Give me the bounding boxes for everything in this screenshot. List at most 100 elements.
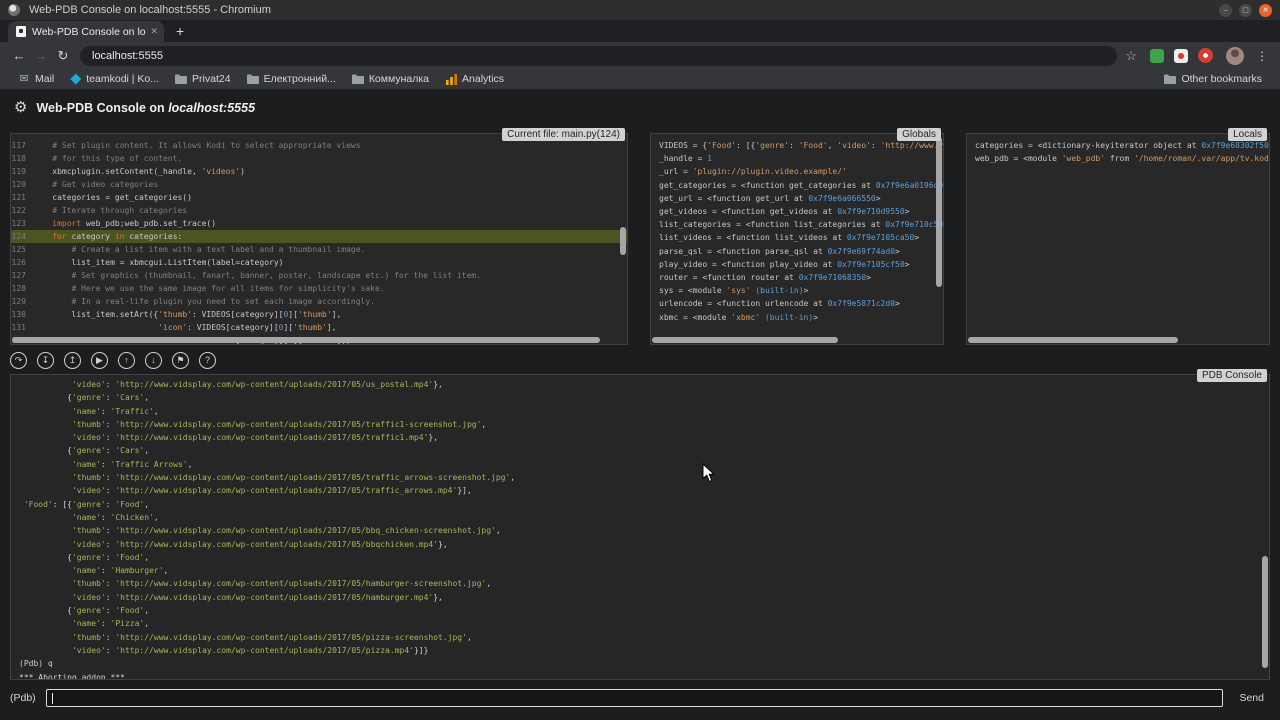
bookmark-item[interactable]: Privat24 [167,69,239,89]
close-button[interactable]: ✕ [1259,4,1272,17]
code-line: 130 list_item.setArt({'thumb': VIDEOS[ca… [11,308,627,321]
scrollbar-thumb[interactable] [936,137,942,287]
profile-avatar[interactable] [1226,47,1244,65]
folder-icon [352,73,364,85]
console-line: 'name': 'Hamburger', [19,564,1261,577]
code-line: 129 # In a real-life plugin you need to … [11,295,627,308]
variable-line: get_videos = <function get_videos at 0x7… [659,205,935,218]
tab-favicon-icon [16,26,26,37]
globals-panel: Globals VIDEOS = {'Food': [{'genre': 'Fo… [650,133,944,345]
console-line: 'thumb': 'http://www.vidsplay.com/wp-con… [19,418,1261,431]
scrollbar-thumb[interactable] [620,227,626,255]
console-line: 'video': 'http://www.vidsplay.com/wp-con… [19,484,1261,497]
current-file-badge: Current file: main.py(124) [502,128,625,141]
globals-badge: Globals [897,128,941,141]
console-line: (Pdb) q [19,657,1261,670]
variable-line: categories = <dictionary-keyiterator obj… [975,139,1261,152]
code-line: 128 # Here we use the same image for all… [11,282,627,295]
console-line: 'thumb': 'http://www.vidsplay.com/wp-con… [19,577,1261,590]
bookmark-label: teamkodi | Ko... [86,73,159,85]
pdb-console-badge: PDB Console [1197,369,1267,382]
variable-line: list_categories = <function list_categor… [659,218,935,231]
console-line: 'video': 'http://www.vidsplay.com/wp-con… [19,538,1261,551]
variable-line: web_pdb = <module 'web_pdb' from '/home/… [975,152,1261,165]
scrollbar-thumb[interactable] [652,337,838,343]
code-line: 124 for category in categories: [11,230,627,243]
forward-icon[interactable]: → [30,49,52,62]
browser-tab[interactable]: Web-PDB Console on loca ✕ [8,21,164,42]
return-button[interactable]: ↥ [64,352,81,369]
browser-menu-icon[interactable]: ⋮ [1256,49,1268,63]
locals-lines: categories = <dictionary-keyiterator obj… [967,134,1269,344]
code-line: 126 list_item = xbmcgui.ListItem(label=c… [11,256,627,269]
reload-icon[interactable]: ↻ [52,49,74,62]
minimize-button[interactable]: – [1219,4,1232,17]
scrollbar-thumb[interactable] [12,337,600,343]
folder-icon [1164,73,1176,85]
debug-panels-row: Current file: main.py(124) 117 # Set plu… [10,133,1270,345]
bookmark-item[interactable]: ✉ Mail [10,69,62,89]
bookmark-item[interactable]: Analytics [437,69,512,89]
console-line: 'thumb': 'http://www.vidsplay.com/wp-con… [19,524,1261,537]
bookmarks-items: ✉ Mail teamkodi | Ko... Privat24Електронний… [10,69,512,89]
globals-horizontal-scrollbar [652,337,934,343]
other-bookmarks-button[interactable]: Other bookmarks [1156,69,1270,89]
code-vertical-scrollbar [620,135,626,335]
variable-line: VIDEOS = {'Food': [{'genre': 'Food', 'vi… [659,139,935,152]
extension-red-icon[interactable] [1198,48,1213,63]
code-line: 121 categories = get_categories() [11,191,627,204]
extension-green-icon[interactable] [1150,49,1164,63]
gear-icon: ⚙ [14,100,27,115]
variable-line: play_video = <function play_video at 0x7… [659,258,935,271]
tab-title: Web-PDB Console on loca [32,26,146,38]
next-button[interactable]: ↷ [10,352,27,369]
scrollbar-thumb[interactable] [968,337,1178,343]
scrollbar-thumb[interactable] [1262,556,1268,668]
stack-down-button[interactable]: ↓ [145,352,162,369]
variable-line: router = <function router at 0x7f9e71068… [659,271,935,284]
stack-up-button[interactable]: ↑ [118,352,135,369]
console-line: {'genre': 'Cars', [19,444,1261,457]
console-line: 'thumb': 'http://www.vidsplay.com/wp-con… [19,471,1261,484]
console-line: {'genre': 'Food', [19,551,1261,564]
console-line: {'genre': 'Cars', [19,391,1261,404]
bookmark-item[interactable]: teamkodi | Ko... [62,69,167,89]
variable-line: get_categories = <function get_categorie… [659,179,935,192]
folder-icon [247,73,259,85]
maximize-button[interactable]: ▢ [1239,4,1252,17]
new-tab-button[interactable]: + [176,24,184,38]
where-button[interactable]: ⚑ [172,352,189,369]
continue-button[interactable]: ▶ [91,352,108,369]
current-file-panel: Current file: main.py(124) 117 # Set plu… [10,133,628,345]
mail-icon: ✉ [18,73,30,85]
bookmark-item[interactable]: Електронний... [239,69,344,89]
extension-light-icon[interactable] [1174,49,1188,63]
analytics-icon [445,73,457,85]
bookmark-label: Mail [35,73,54,85]
back-icon[interactable]: ← [8,49,30,62]
other-bookmarks-label: Other bookmarks [1181,73,1262,85]
tab-close-icon[interactable]: ✕ [150,26,158,37]
pdb-command-input[interactable] [47,693,1223,709]
web-pdb-page: ⚙ Web-PDB Console on localhost:5555 Curr… [0,90,1280,720]
help-button[interactable]: ? [199,352,216,369]
globals-vertical-scrollbar [936,135,942,335]
variable-line: parse_qsl = <function parse_qsl at 0x7f9… [659,245,935,258]
send-button[interactable]: Send [1233,690,1270,706]
console-line: 'Food': [{'genre': 'Food', [19,498,1261,511]
variable-line: get_url = <function get_url at 0x7f9e6a0… [659,192,935,205]
console-line: 'thumb': 'http://www.vidsplay.com/wp-con… [19,631,1261,644]
page-title-prefix: Web-PDB Console on [36,101,164,115]
pdb-console-panel: PDB Console 'video': 'http://www.vidspla… [10,374,1270,680]
locals-panel: Locals categories = <dictionary-keyitera… [966,133,1270,345]
code-line: 125 # Create a list item with a text lab… [11,243,627,256]
address-bar[interactable]: localhost:5555 [80,46,1117,66]
bookmark-label: Коммуналка [369,73,429,85]
tab-strip: Web-PDB Console on loca ✕ + [0,20,1280,42]
pdb-input-wrap [46,689,1224,707]
variable-line: urlencode = <function urlencode at 0x7f9… [659,297,935,310]
console-line: *** Aborting addon *** [19,671,1261,679]
bookmark-star-icon[interactable]: ☆ [1125,49,1137,62]
bookmark-item[interactable]: Коммуналка [344,69,437,89]
step-button[interactable]: ↧ [37,352,54,369]
